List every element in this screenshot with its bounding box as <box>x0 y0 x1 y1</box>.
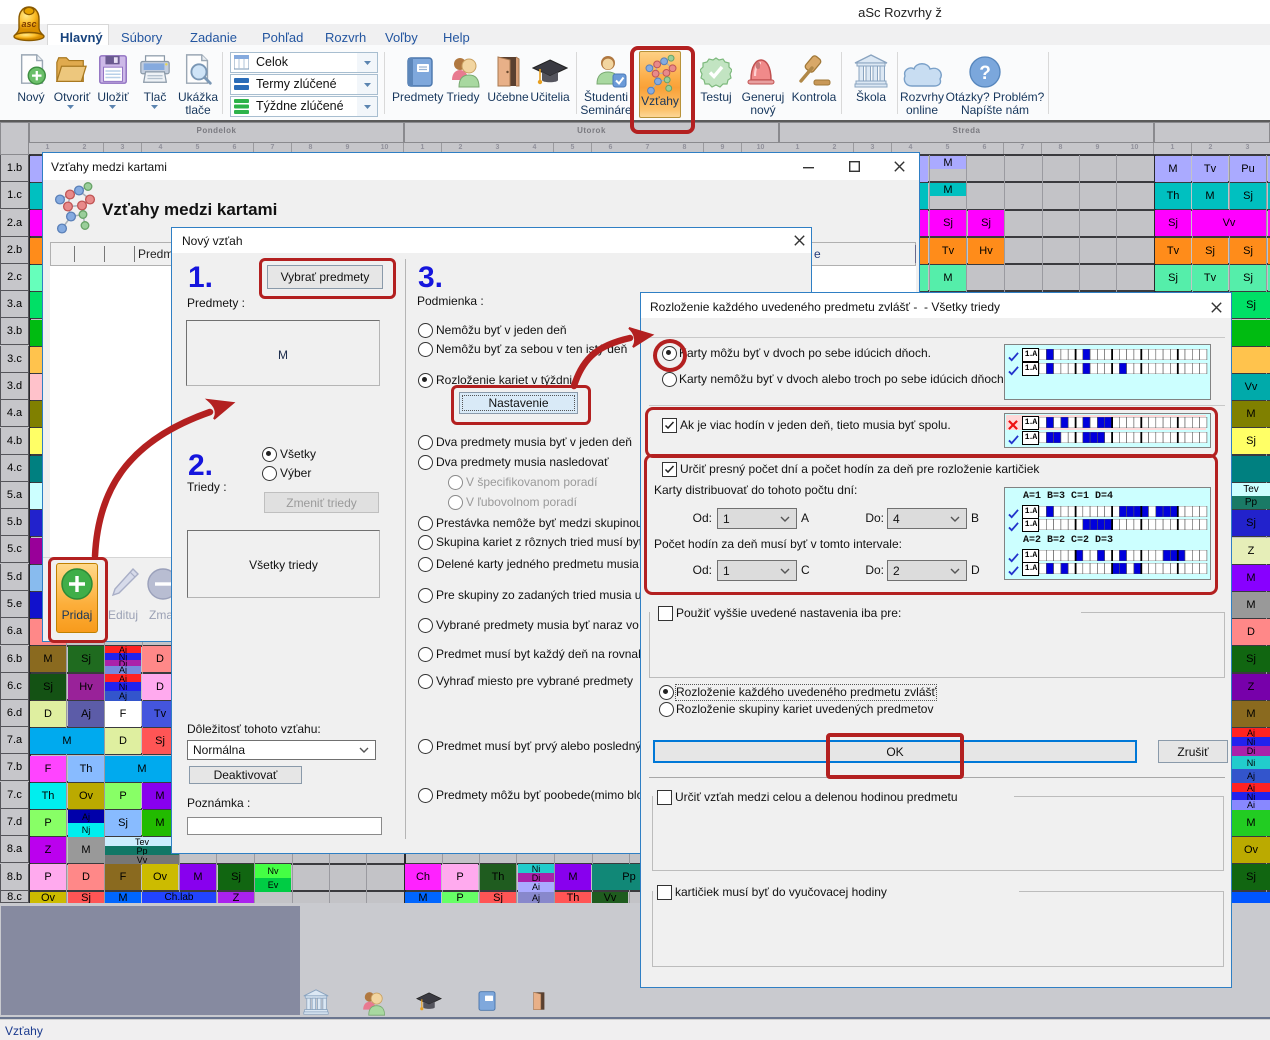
svg-text:asc: asc <box>21 19 36 29</box>
svg-text:?: ? <box>979 63 991 84</box>
